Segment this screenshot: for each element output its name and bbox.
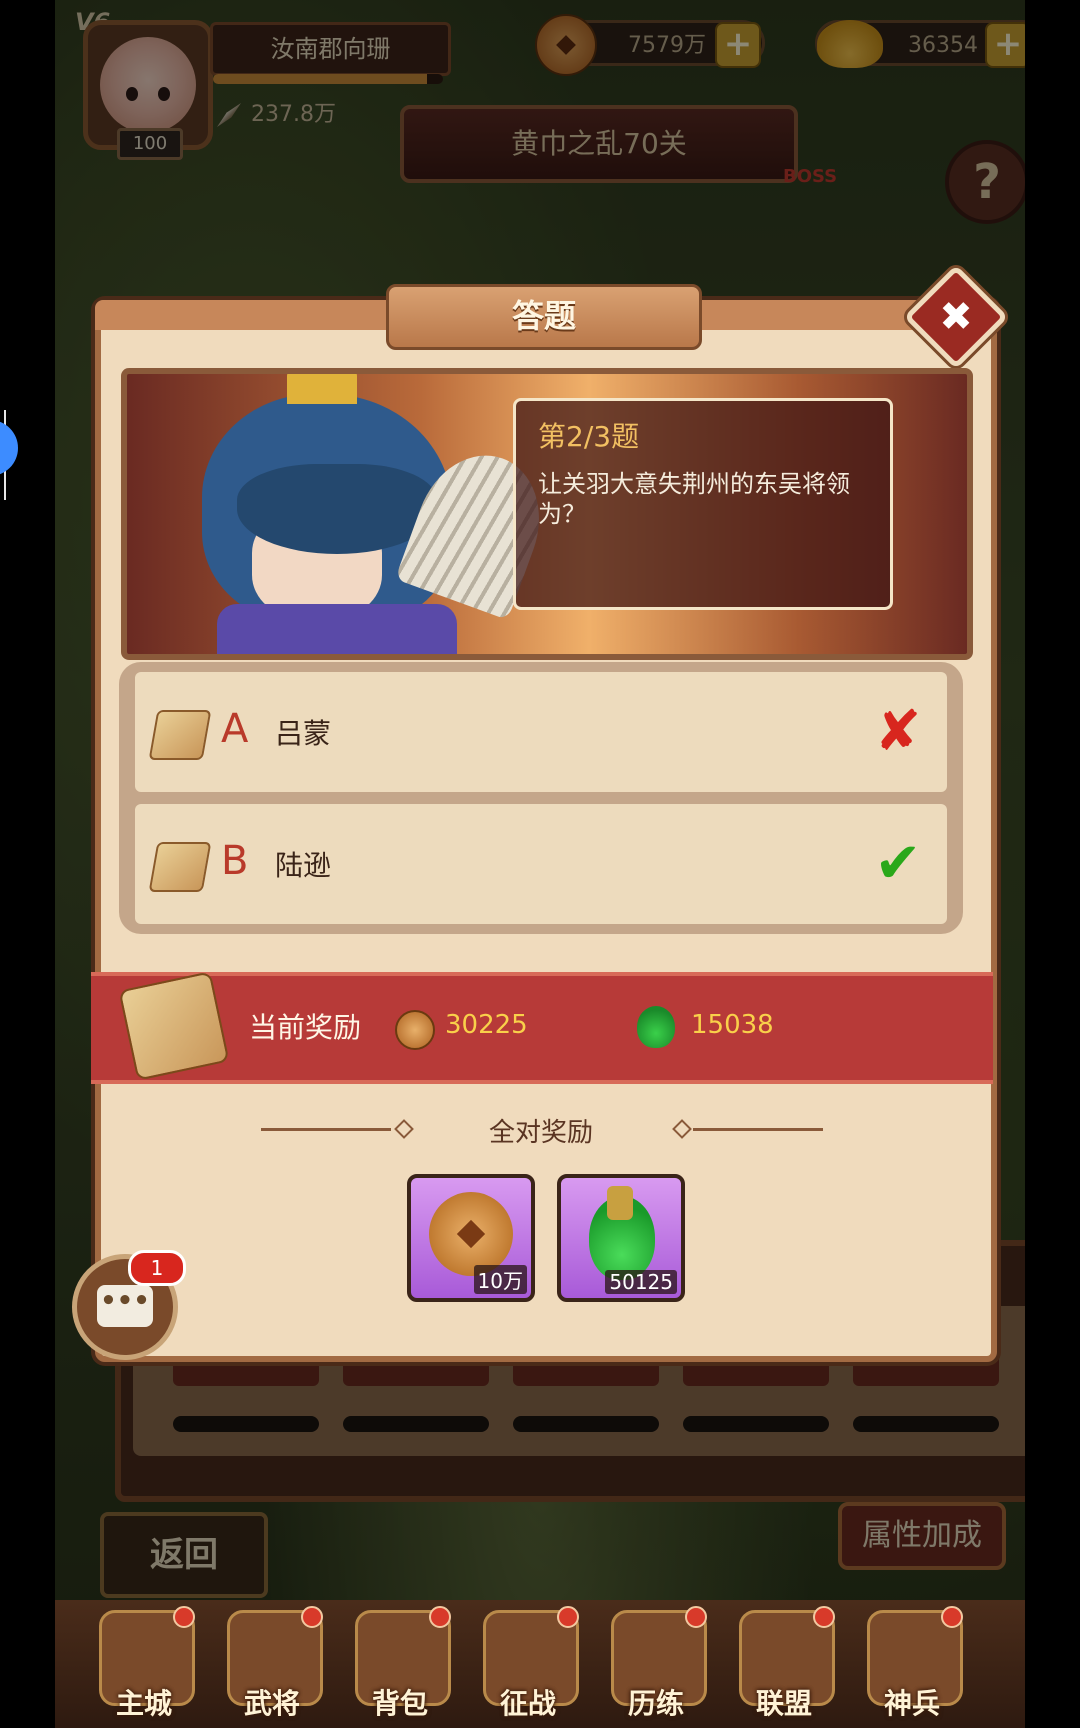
item-count: 50125 [605, 1270, 677, 1294]
nav-item-divine-weapon[interactable]: 神兵 [853, 1606, 971, 1728]
scroll-icon [148, 710, 212, 760]
option-letter: B [221, 838, 249, 884]
option-text: 陆逊 [275, 849, 332, 882]
answer-options: A 吕蒙 ✘ B 陆逊 ✔ [119, 662, 963, 934]
check-mark-icon: ✔ [874, 831, 922, 896]
notification-dot [173, 1606, 195, 1628]
nav-item-main-city[interactable]: 主城 [85, 1606, 203, 1728]
current-reward-coins: 30225 [445, 1010, 528, 1040]
divider-line [693, 1128, 823, 1131]
notification-dot [813, 1606, 835, 1628]
question-text: 让关羽大意失荆州的东吴将领为？ [538, 470, 850, 528]
potion-icon [637, 1006, 675, 1048]
close-icon: ✖ [939, 294, 973, 340]
option-text: 吕蒙 [275, 717, 332, 750]
reward-item-potion[interactable]: 50125 [557, 1174, 685, 1302]
notification-dot [685, 1606, 707, 1628]
character-body [217, 604, 457, 654]
wrong-mark-icon: ✘ [874, 699, 922, 764]
coin-icon [429, 1192, 513, 1276]
question-scene: 第2/3题 让关羽大意失荆州的东吴将领为？ [121, 368, 973, 660]
option-letter: A [221, 706, 249, 752]
nav-label: 主城 [115, 1687, 172, 1720]
chat-bubble-icon: ••• [97, 1285, 153, 1327]
nav-item-alliance[interactable]: 联盟 [725, 1606, 843, 1728]
scroll-icon [118, 971, 230, 1081]
question-number: 第2/3题 [538, 420, 640, 453]
character-bangs [237, 464, 437, 554]
full-reward-label: 全对奖励 [488, 1118, 593, 1148]
nav-label: 武将 [243, 1687, 300, 1720]
nav-item-generals[interactable]: 武将 [213, 1606, 331, 1728]
reward-item-coins[interactable]: 10万 [407, 1174, 535, 1302]
notification-dot [557, 1606, 579, 1628]
notification-dot [429, 1606, 451, 1628]
coin-icon [395, 1010, 435, 1050]
notification-dot [941, 1606, 963, 1628]
chat-unread-badge: 1 [128, 1250, 186, 1286]
nav-item-training[interactable]: 历练 [597, 1606, 715, 1728]
current-reward-label: 当前奖励 [249, 1011, 362, 1044]
current-reward-potion: 15038 [691, 1010, 774, 1040]
nav-label: 背包 [371, 1687, 428, 1720]
option-a[interactable]: A 吕蒙 ✘ [135, 672, 947, 792]
nav-item-backpack[interactable]: 背包 [341, 1606, 459, 1728]
current-reward-banner: 当前奖励 30225 15038 [91, 971, 993, 1084]
scroll-icon [148, 842, 212, 892]
nav-label: 征战 [499, 1687, 556, 1720]
nav-label: 联盟 [755, 1687, 812, 1720]
modal-title: 答题 [386, 284, 702, 350]
nav-label: 历练 [627, 1687, 684, 1720]
nav-label: 神兵 [883, 1687, 940, 1720]
quiz-modal: 答题 ✖ 第2/3题 让关羽大意失荆州的东吴将领为？ A 吕蒙 ✘ B 陆逊 ✔… [91, 264, 1009, 1362]
notification-dot [301, 1606, 323, 1628]
question-box: 第2/3题 让关羽大意失荆州的东吴将领为？ [513, 398, 893, 610]
item-count: 10万 [473, 1265, 527, 1294]
character-crown [287, 374, 357, 404]
bottom-nav: 主城 武将 背包 征战 历练 联盟 神兵 [55, 1600, 1025, 1728]
nav-item-campaign[interactable]: 征战 [469, 1606, 587, 1728]
potion-neck [607, 1186, 633, 1220]
option-b[interactable]: B 陆逊 ✔ [135, 804, 947, 924]
floating-side-handle[interactable] [0, 420, 18, 476]
